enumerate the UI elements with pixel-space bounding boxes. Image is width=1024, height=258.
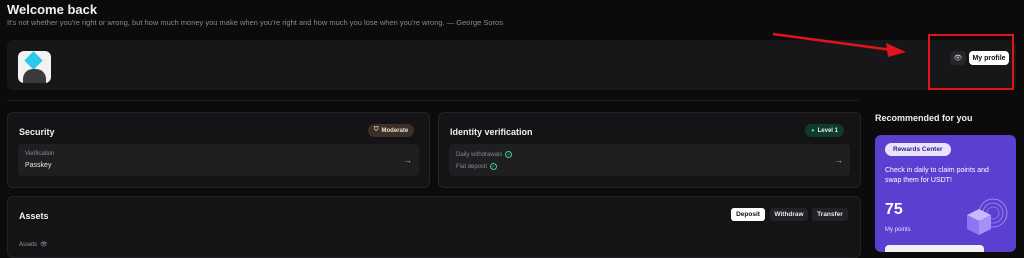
- deposit-button[interactable]: Deposit: [731, 208, 765, 221]
- identity-level-badge: ● Level 1: [805, 124, 844, 137]
- withdraw-button[interactable]: Withdraw: [770, 208, 808, 221]
- security-level-badge: ⛉ Moderate: [368, 124, 415, 137]
- verification-value: Passkey: [25, 162, 52, 169]
- daily-withdrawals-label: Daily withdrawals: [456, 151, 503, 158]
- profile-card: 👁 My profile: [7, 40, 1016, 90]
- shield-icon: ⛉: [374, 127, 379, 133]
- section-divider: [7, 100, 859, 101]
- rewards-card[interactable]: Rewards Center Check in daily to claim p…: [875, 135, 1016, 252]
- rewards-action-button[interactable]: [885, 245, 984, 252]
- arrow-right-icon[interactable]: →: [404, 156, 412, 165]
- transfer-button[interactable]: Transfer: [812, 208, 848, 221]
- assets-card: Assets Assets 👁: [7, 196, 861, 258]
- security-title: Security: [19, 127, 55, 137]
- verification-label: Verification: [25, 151, 55, 157]
- cube-illustration-icon: [967, 198, 1008, 235]
- rewards-description: Check in daily to claim points and swap …: [885, 167, 989, 184]
- points-value: 75: [885, 201, 903, 218]
- avatar-person-icon: [23, 69, 46, 83]
- avatar-diamond-icon: [24, 51, 43, 70]
- identity-title: Identity verification: [450, 127, 533, 137]
- identity-badge-label: Level 1: [817, 127, 838, 134]
- assets-label: Assets 👁: [19, 241, 48, 249]
- check-circle-icon: ✓: [490, 163, 498, 170]
- fiat-deposit-label: Fiat deposit: [456, 163, 488, 170]
- security-verification-row[interactable]: Verification Passkey →: [18, 144, 419, 176]
- points-label: My points: [885, 227, 911, 233]
- page-title: Welcome back: [7, 2, 98, 17]
- assets-title: Assets: [19, 211, 49, 221]
- security-badge-label: Moderate: [381, 127, 409, 134]
- level-check-icon: ●: [811, 127, 815, 134]
- annotation-highlight-box: [928, 34, 1014, 90]
- rewards-center-pill[interactable]: Rewards Center: [885, 143, 951, 156]
- check-circle-icon: ✓: [505, 151, 513, 158]
- recommended-title: Recommended for you: [875, 113, 973, 123]
- page-quote: It's not whether you're right or wrong, …: [7, 18, 503, 27]
- identity-card: Identity verification ● Level 1 Daily wi…: [438, 112, 861, 188]
- fiat-deposit-item: Fiat deposit ✓: [456, 163, 498, 170]
- arrow-right-icon[interactable]: →: [835, 156, 843, 165]
- identity-limits-row[interactable]: Daily withdrawals ✓ Fiat deposit ✓ →: [449, 144, 850, 176]
- avatar[interactable]: [18, 51, 51, 83]
- eye-icon[interactable]: 👁: [40, 241, 48, 248]
- security-card: Security ⛉ Moderate Verification Passkey…: [7, 112, 430, 188]
- daily-withdrawals-item: Daily withdrawals ✓: [456, 151, 513, 158]
